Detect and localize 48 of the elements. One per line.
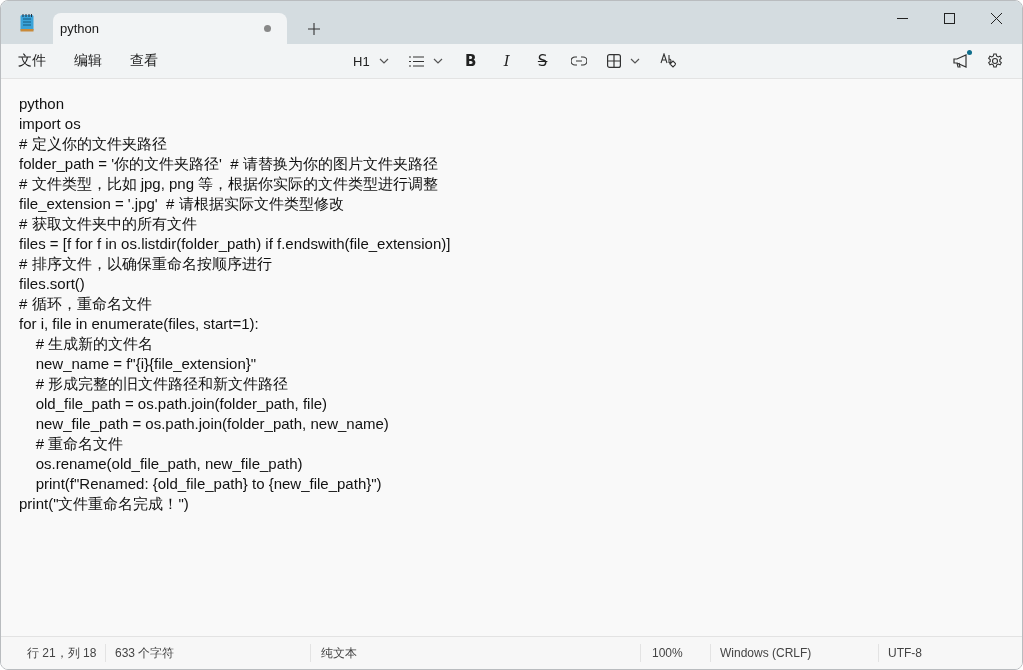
code-line: # 生成新的文件名 [34, 334, 154, 354]
bold-button[interactable]: B [462, 52, 479, 70]
eraser-icon[interactable] [659, 53, 676, 69]
code-line: # 排序文件，以确保重命名按顺序进行 [19, 254, 272, 274]
code-line: # 循环，重命名文件 [19, 294, 152, 314]
encoding: UTF-8 [887, 645, 922, 662]
caret-icon[interactable] [432, 58, 443, 64]
settings-icon[interactable] [987, 53, 1003, 69]
code-line: new_name = f"{i}{file_extension}" [34, 354, 257, 374]
code-line: # 文件类型，比如 jpg, png 等，根据你实际的文件类型进行调整 [19, 174, 439, 194]
heading-dropdown[interactable]: H1 [353, 53, 370, 69]
link-icon[interactable] [570, 56, 587, 66]
line-ending: Windows (CRLF) [711, 644, 879, 662]
code-line: import os [19, 114, 81, 134]
close-icon[interactable] [991, 13, 1002, 24]
zoom-level: 100% [641, 644, 711, 662]
code-line: # 获取文件夹中的所有文件 [19, 214, 197, 234]
code-line: for i, file in enumerate(files, start=1): [19, 314, 259, 334]
code-line: old_file_path = os.path.join(folder_path, file) [34, 394, 328, 414]
strikethrough-button[interactable]: S [534, 52, 551, 70]
code-line: python [19, 94, 65, 114]
file-format: 纯文本 [311, 644, 641, 662]
code-line: file_extension = '.jpg' # 请根据实际文件类型修改 [19, 194, 344, 214]
plus-icon[interactable] [308, 22, 320, 35]
caret-icon[interactable] [378, 58, 389, 64]
code-line: os.rename(old_file_path, new_file_path) [34, 454, 303, 474]
menu-item[interactable]: 查看 [130, 52, 158, 70]
code-line: folder_path = '你的文件夹路径' # 请替换为你的图片文件夹路径 [19, 154, 438, 174]
code-line: # 重命名文件 [34, 434, 124, 454]
character-count: 633 个字符 [106, 644, 311, 662]
notepad-icon [20, 13, 34, 32]
code-line: # 定义你的文件夹路径 [19, 134, 167, 154]
menu-item[interactable]: 文件 [18, 52, 46, 70]
cursor-position: 行 21，列 18 [1, 644, 106, 662]
code-line: print(f"Renamed: {old_file_path} to {new_file_path}") [34, 474, 382, 494]
maximize-icon[interactable] [944, 13, 955, 24]
caret-icon[interactable] [629, 58, 640, 64]
megaphone-icon[interactable] [953, 54, 969, 68]
italic-button[interactable]: I [498, 52, 515, 70]
code-line: new_file_path = os.path.join(folder_path, new_name) [34, 414, 389, 434]
code-line: print("文件重命名完成！") [19, 494, 189, 514]
list-icon[interactable] [408, 55, 424, 67]
code-line: files.sort() [19, 274, 85, 294]
document-tab[interactable]: python [53, 13, 287, 44]
menu-item[interactable]: 编辑 [74, 52, 102, 70]
table-icon[interactable] [606, 54, 621, 68]
code-line: files = [f for f in os.listdir(folder_path) if f.endswith(file_extension)] [19, 234, 451, 254]
code-line: # 形成完整的旧文件路径和新文件路径 [34, 374, 289, 394]
